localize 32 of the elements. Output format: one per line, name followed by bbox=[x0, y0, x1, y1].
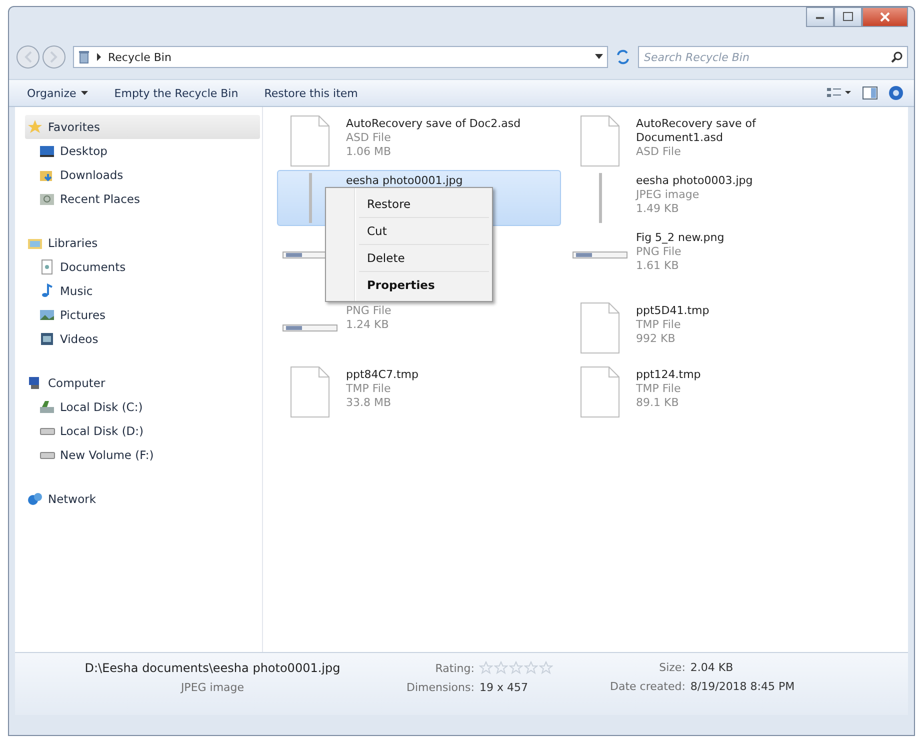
file-type: ASD File bbox=[636, 145, 682, 159]
file-name: Fig 5_2 new.png bbox=[636, 231, 724, 245]
file-type: TMP File bbox=[636, 382, 682, 396]
dimensions-label: Dimensions: bbox=[406, 681, 474, 694]
file-type: PNG File bbox=[636, 245, 682, 259]
size-label: Size: bbox=[658, 661, 686, 674]
file-size: 89.1 KB bbox=[636, 396, 680, 410]
file-name: AutoRecovery save of Document1.asd bbox=[636, 117, 758, 145]
size-value: 2.04 KB bbox=[690, 661, 734, 674]
file-path: D:\Eesha documents\eesha photo0001.jpg bbox=[84, 661, 340, 675]
file-name: ppt124.tmp bbox=[636, 368, 701, 382]
file-name: AutoRecovery save of Doc2.asd bbox=[346, 117, 521, 131]
file-size: 1.24 KB bbox=[346, 318, 390, 332]
file-size: 33.8 MB bbox=[346, 396, 392, 410]
file-type: ASD File bbox=[346, 131, 392, 145]
date-label: Date created: bbox=[610, 680, 686, 693]
dimensions-value: 19 x 457 bbox=[479, 681, 529, 694]
file-name: eesha photo0003.jpg bbox=[636, 174, 753, 188]
file-name: ppt84C7.tmp bbox=[346, 368, 418, 382]
file-type: TMP File bbox=[636, 318, 682, 332]
file-type: JPEG image bbox=[636, 188, 700, 202]
file-name: eesha photo0001.jpg bbox=[346, 174, 463, 188]
file-type: TMP File bbox=[346, 382, 392, 396]
file-size: 1.49 KB bbox=[636, 202, 680, 216]
file-name: ppt5D41.tmp bbox=[636, 304, 710, 318]
rating-label: Rating: bbox=[434, 662, 474, 674]
file-size: 1.61 KB bbox=[636, 259, 680, 273]
file-size: 1.06 MB bbox=[346, 145, 392, 159]
file-size: 992 KB bbox=[636, 332, 676, 346]
file-type: PNG File bbox=[346, 304, 392, 318]
date-value: 8/19/2018 8:45 PM bbox=[690, 680, 795, 693]
file-type: JPEG image bbox=[180, 681, 244, 694]
